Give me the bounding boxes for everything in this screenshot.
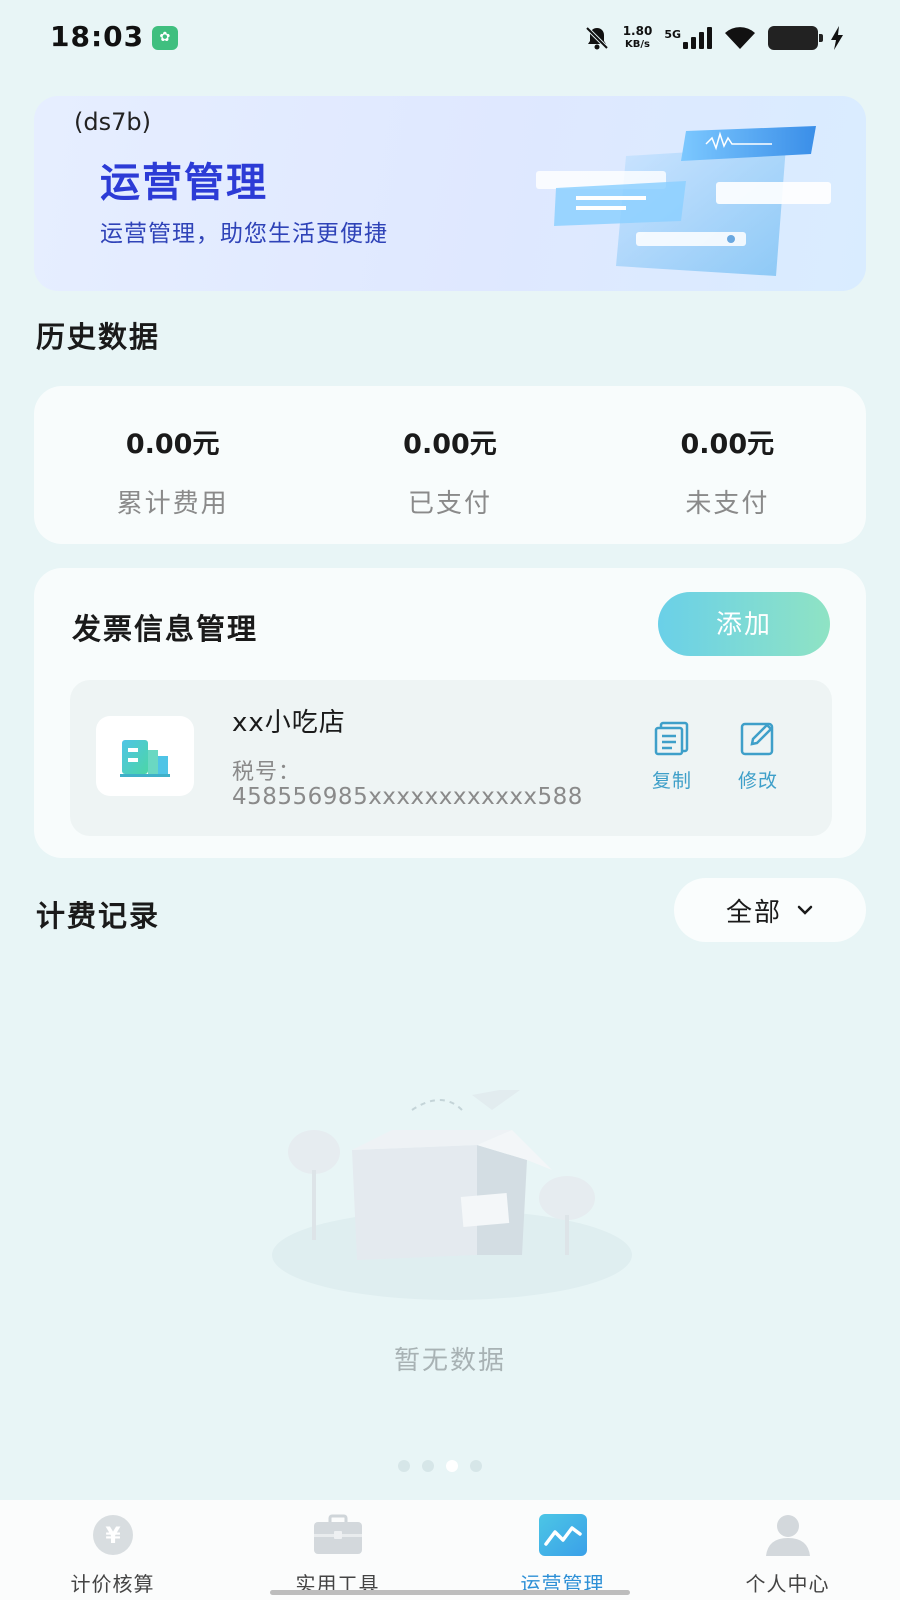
net-speed: 1.80 KB/s xyxy=(622,24,653,51)
nav-item-tools[interactable]: 实用工具 xyxy=(225,1500,450,1600)
billing-filter-select[interactable]: 全部 xyxy=(674,878,866,942)
history-card: 0.00元 累计费用 0.00元 已支付 0.00元 未支付 xyxy=(34,386,866,544)
stat-paid: 0.00元 已支付 xyxy=(311,386,588,544)
wifi-icon xyxy=(725,27,755,49)
stat-label: 已支付 xyxy=(407,489,492,519)
person-icon xyxy=(765,1515,810,1556)
bottom-nav: ¥ 计价核算 实用工具 运营管理 个人中心 xyxy=(0,1500,900,1600)
nav-item-operations[interactable]: 运营管理 xyxy=(450,1500,675,1600)
billing-title: 计费记录 xyxy=(36,899,161,933)
stat-label: 累计费用 xyxy=(116,489,229,519)
banner-title: 运营管理 xyxy=(100,160,268,206)
edit-button[interactable]: 修改 xyxy=(728,720,788,793)
banner-code: (ds7b) xyxy=(74,108,151,136)
edit-icon xyxy=(740,722,774,756)
invoice-card: 发票信息管理 添加 xx小吃店 税号： 458556985xxxxxxxxxxx… xyxy=(34,568,866,858)
copy-label: 复制 xyxy=(651,770,692,792)
mute-bell-icon xyxy=(585,26,609,50)
status-indicators: 1.80 KB/s 5G xyxy=(583,22,844,54)
stat-value: 0.00元 xyxy=(125,429,220,460)
nav-label: 个人中心 xyxy=(745,1572,830,1596)
nav-item-pricing[interactable]: ¥ 计价核算 xyxy=(0,1500,225,1600)
invoice-title: 发票信息管理 xyxy=(72,612,259,646)
chevron-down-icon xyxy=(797,905,813,915)
building-icon xyxy=(96,716,194,796)
empty-box-illustration xyxy=(272,1090,632,1300)
nav-label: 计价核算 xyxy=(70,1572,155,1596)
add-invoice-button[interactable]: 添加 xyxy=(658,592,830,656)
charging-icon xyxy=(831,26,843,50)
filter-value: 全部 xyxy=(725,897,782,928)
store-name: xx小吃店 xyxy=(232,708,346,738)
status-time: 18:03 xyxy=(50,20,145,53)
edit-label: 修改 xyxy=(737,770,778,792)
home-indicator[interactable] xyxy=(270,1590,630,1595)
app-notification-icon: ✿ xyxy=(152,26,178,50)
stat-total-fee: 0.00元 累计费用 xyxy=(34,386,311,544)
history-title: 历史数据 xyxy=(36,320,161,354)
banner: (ds7b) 运营管理 运营管理，助您生活更便捷 xyxy=(34,96,866,291)
status-bar: 18:03 ✿ 1.80 KB/s 5G xyxy=(0,0,900,76)
signal-icon: 5G xyxy=(664,27,712,49)
nav-item-profile[interactable]: 个人中心 xyxy=(675,1500,900,1600)
empty-state-text: 暂无数据 xyxy=(393,1346,506,1376)
yen-coin-icon: ¥ xyxy=(92,1515,133,1555)
stat-unpaid: 0.00元 未支付 xyxy=(589,386,866,544)
banner-subtitle: 运营管理，助您生活更便捷 xyxy=(100,221,388,247)
invoice-item[interactable]: xx小吃店 税号： 458556985xxxxxxxxxxxx588 复制 修改 xyxy=(70,680,832,836)
banner-illustration xyxy=(536,126,831,276)
tax-number: 458556985xxxxxxxxxxxx588 xyxy=(232,784,583,810)
battery-icon xyxy=(768,26,823,50)
page-indicator xyxy=(398,1460,482,1472)
tax-label: 税号： xyxy=(232,760,302,785)
chart-trend-icon xyxy=(538,1514,587,1556)
stat-label: 未支付 xyxy=(685,489,770,519)
stat-value: 0.00元 xyxy=(680,429,775,460)
stat-value: 0.00元 xyxy=(403,429,497,460)
copy-icon xyxy=(654,721,689,756)
briefcase-icon xyxy=(313,1514,362,1554)
svg-text:¥: ¥ xyxy=(105,1524,121,1549)
copy-button[interactable]: 复制 xyxy=(642,720,702,793)
